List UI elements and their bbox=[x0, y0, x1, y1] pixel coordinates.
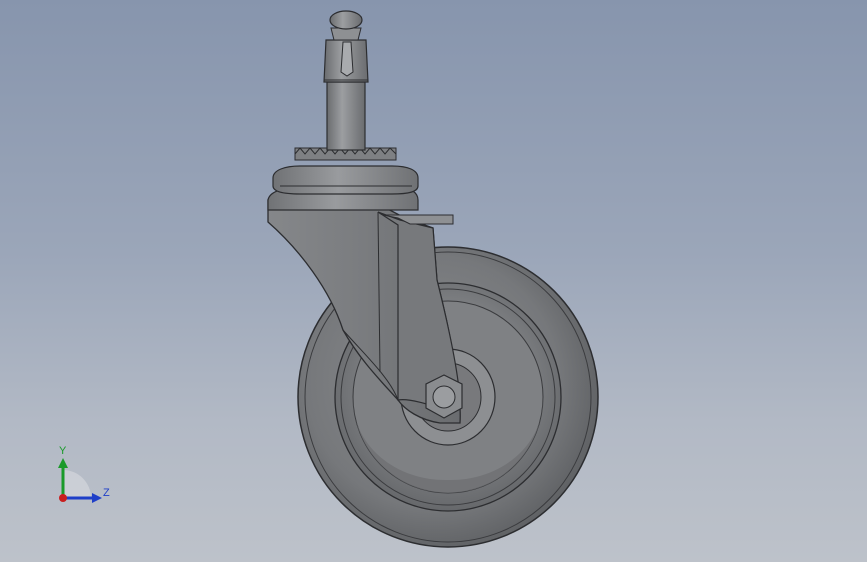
triad-z-label: Z bbox=[103, 487, 110, 499]
triad-quadrant bbox=[63, 470, 91, 498]
stem-slot bbox=[340, 41, 354, 77]
triad-x-axis-origin bbox=[59, 494, 67, 502]
triad-graphic: Y Z bbox=[58, 445, 110, 503]
axle-nut[interactable] bbox=[425, 374, 463, 419]
swivel-head[interactable] bbox=[267, 147, 419, 211]
orientation-triad[interactable]: Y Z bbox=[40, 440, 120, 510]
swivel-bearing bbox=[272, 165, 419, 195]
stem[interactable] bbox=[323, 10, 369, 151]
axle-bolt bbox=[432, 385, 456, 409]
caster-model[interactable] bbox=[0, 0, 867, 562]
cad-viewport[interactable]: Y Z bbox=[0, 0, 867, 562]
triad-y-arrow bbox=[58, 458, 68, 468]
triad-y-label: Y bbox=[59, 445, 67, 457]
stem-knob bbox=[329, 10, 363, 30]
triad-z-arrow bbox=[92, 493, 102, 503]
stem-shaft bbox=[326, 81, 366, 151]
stem-neck bbox=[330, 27, 362, 41]
